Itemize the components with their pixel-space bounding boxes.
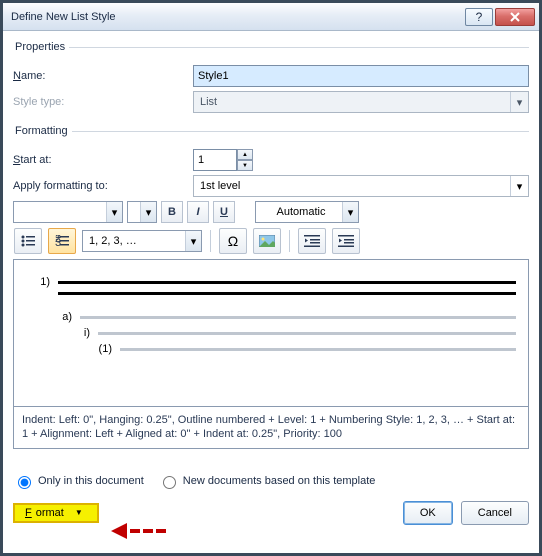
formatting-group: Formatting Start at: ▲ ▼ Apply formattin… [13,125,529,449]
format-button[interactable]: Format ▼ [13,503,99,523]
style-type-label: Style type: [13,96,193,108]
title-bar: Define New List Style ? [3,3,539,31]
underline-button[interactable]: U [213,201,235,223]
font-color-dropdown[interactable]: Automatic ▾ [255,201,359,223]
preview-level-1: 1) [26,276,58,288]
decrease-indent-button[interactable] [298,228,326,254]
chevron-down-icon: ▾ [510,92,528,112]
number-format-value: 1, 2, 3, … [89,235,137,247]
spin-up-icon[interactable]: ▲ [237,149,253,160]
chevron-down-icon[interactable]: ▾ [510,176,528,196]
chevron-down-icon: ▾ [140,202,156,222]
italic-button[interactable]: I [187,201,209,223]
insert-picture-button[interactable] [253,228,281,254]
chevron-down-icon: ▾ [185,231,201,251]
help-button[interactable]: ? [465,8,493,26]
svg-text:3: 3 [55,237,61,247]
properties-group: Properties Name: Style type: List ▾ [13,41,529,117]
close-button[interactable] [495,8,535,26]
font-color-value: Automatic [277,206,326,218]
name-label: Name: [13,70,193,82]
annotation-arrow [111,523,166,539]
font-size-dropdown[interactable]: ▾ [127,201,157,223]
style-description: Indent: Left: 0", Hanging: 0.25", Outlin… [13,407,529,449]
chevron-down-icon: ▼ [75,508,83,517]
bold-button[interactable]: B [161,201,183,223]
apply-to-label: Apply formatting to: [13,180,193,192]
start-at-label: Start at: [13,154,193,166]
increase-indent-button[interactable] [332,228,360,254]
only-this-document-radio[interactable]: Only in this document [13,473,144,489]
bullet-list-button[interactable] [14,228,42,254]
cancel-button[interactable]: Cancel [461,501,529,525]
number-format-dropdown[interactable]: 1, 2, 3, … ▾ [82,230,202,252]
insert-symbol-button[interactable]: Ω [219,228,247,254]
apply-to-dropdown[interactable]: 1st level ▾ [193,175,529,197]
spin-down-icon[interactable]: ▼ [237,160,253,171]
font-family-dropdown[interactable]: ▾ [13,201,123,223]
apply-to-value: 1st level [200,180,240,192]
list-preview: 1) a) i) (1) [13,259,529,407]
template-documents-radio[interactable]: New documents based on this template [158,473,376,489]
chevron-down-icon: ▾ [106,202,122,222]
chevron-down-icon: ▾ [342,202,358,222]
start-at-spinner[interactable]: ▲ ▼ [193,149,529,171]
dialog-title: Define New List Style [11,11,463,23]
preview-level-2: a) [26,311,80,323]
name-input[interactable] [193,65,529,87]
ok-button[interactable]: OK [403,501,453,525]
preview-level-4: (1) [26,343,120,355]
start-at-input[interactable] [193,149,237,171]
numbered-list-button[interactable]: 123 [48,228,76,254]
style-type-value: List [200,96,217,108]
separator [210,230,211,252]
preview-level-3: i) [26,327,98,339]
style-type-dropdown: List ▾ [193,91,529,113]
formatting-legend: Formatting [13,125,72,137]
properties-legend: Properties [13,41,69,53]
separator [289,230,290,252]
